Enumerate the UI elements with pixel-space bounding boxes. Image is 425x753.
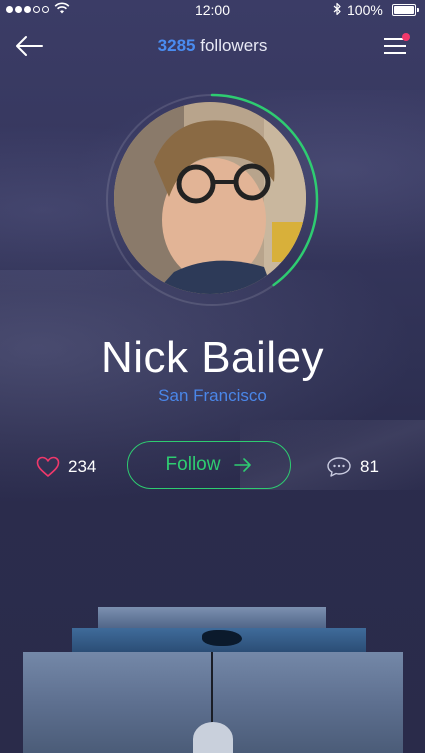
follow-label: Follow bbox=[165, 454, 221, 475]
photo-card[interactable] bbox=[23, 652, 403, 753]
menu-icon[interactable] bbox=[384, 33, 410, 56]
follow-button[interactable]: Follow bbox=[127, 441, 291, 489]
avatar-photo bbox=[114, 102, 306, 294]
photo-content bbox=[202, 630, 242, 646]
profile-location[interactable]: San Francisco bbox=[0, 386, 425, 406]
heart-icon bbox=[36, 456, 60, 477]
status-bar: 12:00 100% bbox=[0, 0, 425, 20]
menu-bar bbox=[384, 45, 406, 47]
comments-count: 81 bbox=[360, 457, 379, 476]
menu-bar bbox=[384, 52, 406, 54]
arrow-right-icon bbox=[234, 458, 252, 472]
avatar[interactable] bbox=[114, 102, 306, 294]
notification-dot bbox=[402, 33, 410, 41]
battery-fill bbox=[394, 6, 414, 14]
photo-content bbox=[193, 722, 233, 753]
followers-count: 3285 followers bbox=[0, 36, 425, 56]
likes-count: 234 bbox=[68, 457, 97, 476]
profile-screen: 12:00 100% 3285 followers Nick Bailey Sa… bbox=[0, 0, 425, 753]
battery-percent: 100% bbox=[347, 2, 383, 18]
battery-icon bbox=[392, 4, 419, 16]
comments-counter[interactable]: 81 bbox=[326, 456, 379, 478]
followers-number: 3285 bbox=[157, 36, 196, 55]
bluetooth-icon bbox=[333, 2, 341, 16]
comment-icon bbox=[327, 457, 351, 477]
photo-content bbox=[211, 652, 213, 722]
profile-name: Nick Bailey bbox=[100, 333, 325, 382]
likes-counter[interactable]: 234 bbox=[36, 456, 96, 478]
followers-label: followers bbox=[200, 36, 268, 55]
